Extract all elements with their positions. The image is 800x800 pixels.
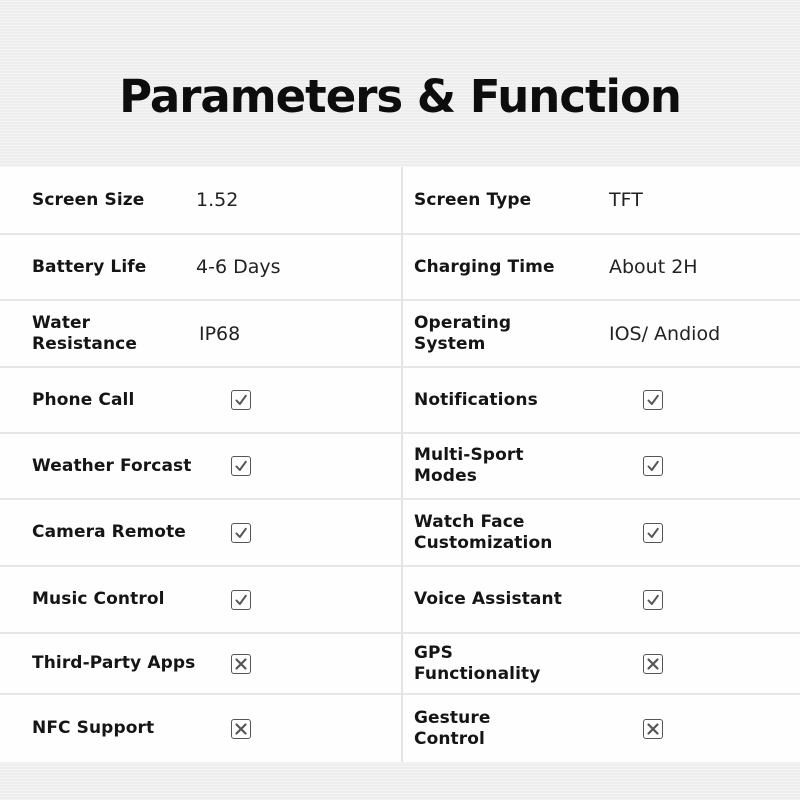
function-row: Phone Call Notifications: [0, 368, 800, 434]
spec-table: Screen Size 1.52 Screen Type TFT Battery…: [0, 167, 800, 762]
function-status: [231, 634, 251, 693]
checkbox-checked-icon: [643, 522, 663, 543]
checkbox-checked-icon: [643, 589, 663, 610]
function-status: [643, 368, 663, 432]
function-label: Voice Assistant: [414, 589, 562, 609]
spec-value: 1.52: [196, 189, 239, 211]
spec-row-battery: Battery Life 4-6 Days Charging Time Abou…: [0, 235, 800, 301]
checkbox-checked-icon: [231, 456, 251, 476]
checkbox-checked-icon: [643, 456, 663, 476]
function-row: NFC Support Gesture Control: [0, 695, 800, 762]
spec-value: IOS/ Andiod: [609, 322, 721, 345]
function-status: [231, 434, 251, 498]
checkbox-crossed-icon: [231, 718, 251, 739]
function-status: [643, 434, 663, 498]
spec-label: Charging Time: [414, 256, 555, 277]
function-status: [231, 368, 251, 432]
function-label: Gesture Control: [414, 707, 491, 749]
function-label: Music Control: [32, 589, 165, 609]
function-label: Third-Party Apps: [32, 653, 196, 673]
function-label: Phone Call: [32, 389, 135, 410]
function-status: [643, 634, 663, 693]
function-row: Music Control Voice Assistant: [0, 567, 800, 634]
function-label: NFC Support: [32, 718, 155, 738]
checkbox-checked-icon: [643, 390, 663, 410]
function-label: Multi-Sport Modes: [414, 445, 524, 486]
spec-row-screen: Screen Size 1.52 Screen Type TFT: [0, 167, 800, 235]
function-label: Weather Forcast: [32, 455, 192, 476]
checkbox-crossed-icon: [231, 653, 251, 674]
function-label: Camera Remote: [32, 522, 186, 542]
checkbox-checked-icon: [231, 390, 251, 410]
function-row: Third-Party Apps GPS Functionality: [0, 634, 800, 695]
page-title: Parameters & Function: [119, 70, 682, 123]
function-row: Weather Forcast Multi-Sport Modes: [0, 434, 800, 500]
function-row: Camera Remote Watch Face Customization: [0, 500, 800, 567]
function-status: [231, 500, 251, 565]
spec-label: Screen Type: [414, 189, 532, 210]
function-status: [643, 500, 663, 565]
spec-label: Screen Size: [32, 189, 145, 210]
checkbox-checked-icon: [231, 589, 251, 610]
function-status: [231, 567, 251, 632]
spec-value: 4-6 Days: [196, 256, 281, 278]
function-status: [643, 567, 663, 632]
function-label: Watch Face Customization: [414, 511, 553, 553]
function-status: [231, 695, 251, 762]
checkbox-checked-icon: [231, 522, 251, 543]
spec-value: TFT: [609, 189, 643, 211]
spec-value: About 2H: [609, 256, 698, 278]
function-label: Notifications: [414, 389, 538, 410]
function-label: GPS Functionality: [414, 642, 541, 684]
checkbox-crossed-icon: [643, 718, 663, 739]
spec-label: Battery Life: [32, 256, 147, 277]
spec-label: Water Resistance: [32, 312, 137, 354]
checkbox-crossed-icon: [643, 653, 663, 674]
spec-label: Operating System: [414, 312, 512, 354]
spec-row-water-os: Water Resistance IP68 Operating System I…: [0, 301, 800, 368]
function-status: [643, 695, 663, 762]
spec-value: IP68: [199, 322, 241, 345]
